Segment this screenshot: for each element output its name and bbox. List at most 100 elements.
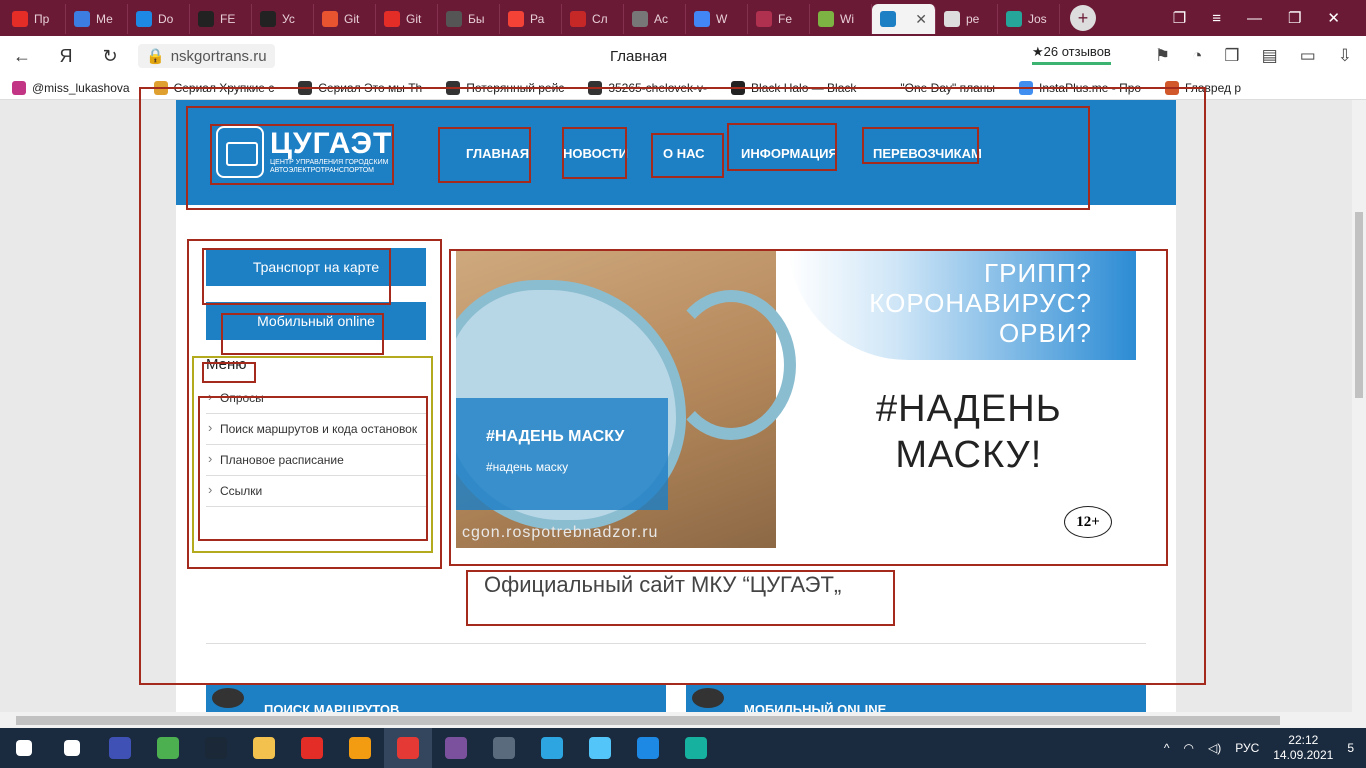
browser-tab[interactable]: Git	[376, 4, 438, 34]
taskbar-git-kraken-icon[interactable]	[672, 728, 720, 768]
bookmark-item[interactable]: Потерянный рейс	[434, 80, 576, 95]
close-window-icon[interactable]: ✕	[1327, 9, 1340, 27]
mobile-online-button[interactable]: Мобильный online	[206, 302, 426, 340]
taskbar-youtube-icon[interactable]	[288, 728, 336, 768]
yandex-icon[interactable]: Я	[44, 46, 88, 67]
taskbar-yandex-browser-icon[interactable]	[384, 728, 432, 768]
browser-tab[interactable]: Fe	[748, 4, 810, 34]
close-tab-icon[interactable]: ✕	[915, 11, 927, 28]
site-logo[interactable]: ЦУГАЭТ ЦЕНТР УПРАВЛЕНИЯ ГОРОДСКИМ АВТОЭЛ…	[216, 126, 392, 178]
bookmark-item[interactable]: "One Day" планы	[868, 80, 1007, 95]
pdf-icon[interactable]: ▤	[1262, 46, 1278, 66]
minimize-icon[interactable]: —	[1247, 10, 1262, 27]
bookmark-item[interactable]: Сериал Хрупкие с	[142, 80, 287, 95]
browser-tab[interactable]: Бы	[438, 4, 500, 34]
route-search-tile[interactable]: ПОИСК МАРШРУТОВ	[206, 684, 666, 712]
tab-label: Do	[158, 12, 174, 26]
taskbar-telegram-icon[interactable]	[528, 728, 576, 768]
browser-tab[interactable]: ре	[936, 4, 998, 34]
bookmark-label: Потерянный рейс	[466, 80, 565, 95]
window-controls: ❐ ≡ — ❐ ✕	[1173, 9, 1366, 28]
menu-item-route-search[interactable]: Поиск маршрутов и кода остановок	[206, 414, 426, 445]
vertical-scroll-thumb[interactable]	[1355, 212, 1363, 398]
taskbar-start-icon[interactable]	[0, 728, 48, 768]
divider	[206, 643, 1146, 644]
browser-tab[interactable]: Ас	[624, 4, 686, 34]
nav-about[interactable]: О НАС	[663, 146, 705, 161]
tab-favicon-icon	[694, 11, 710, 27]
taskbar-viber-icon[interactable]	[432, 728, 480, 768]
network-icon[interactable]: ◠	[1184, 741, 1194, 755]
route-icon	[212, 688, 244, 708]
steam-icon	[205, 737, 227, 759]
tab-label: Wi	[840, 12, 854, 26]
browser-tab[interactable]: Ме	[66, 4, 128, 34]
taskbar-vscode-icon[interactable]	[624, 728, 672, 768]
volume-icon[interactable]: ◁)	[1208, 741, 1221, 755]
reload-icon[interactable]: ↻	[88, 46, 132, 67]
browser-tab[interactable]: Jos	[998, 4, 1060, 34]
transport-map-button[interactable]: Транспорт на карте	[206, 248, 426, 286]
tabs-menu-icon[interactable]: ❐	[1173, 9, 1186, 27]
browser-tab[interactable]: W	[686, 4, 748, 34]
nav-info[interactable]: ИНФОРМАЦИЯ	[741, 146, 838, 161]
taskbar-calculator-icon[interactable]	[480, 728, 528, 768]
menu-item-links[interactable]: Ссылки	[206, 476, 426, 507]
back-icon[interactable]: ←	[0, 46, 44, 67]
downloads-icon[interactable]: ⇩	[1338, 46, 1352, 66]
browser-tab-active[interactable]: ✕	[872, 4, 936, 34]
messages-icon[interactable]: ▭	[1300, 46, 1316, 66]
taskbar-sublime-icon[interactable]	[336, 728, 384, 768]
bookmark-item[interactable]: Black Halo — Black	[719, 80, 868, 95]
horizontal-scroll-thumb[interactable]	[16, 716, 1280, 725]
taskbar-search-icon[interactable]	[48, 728, 96, 768]
browser-tab[interactable]: Пр	[4, 4, 66, 34]
taskbar-save-icon[interactable]	[96, 728, 144, 768]
new-tab-button[interactable]: +	[1070, 5, 1096, 31]
browser-menu-icon[interactable]: ≡	[1212, 10, 1221, 27]
browser-tab[interactable]: FE	[190, 4, 252, 34]
nav-news[interactable]: НОВОСТИ	[563, 146, 628, 161]
tab-label: Ус	[282, 12, 295, 26]
browser-tab[interactable]: Ус	[252, 4, 314, 34]
bookmark-icon[interactable]: ⚑	[1155, 46, 1170, 66]
extension-icon[interactable]: ◔	[1192, 46, 1202, 66]
bookmark-item[interactable]: InstaPlus.me - Про	[1007, 80, 1153, 95]
browser-tab[interactable]: Сл	[562, 4, 624, 34]
language-indicator[interactable]: РУС	[1235, 741, 1259, 755]
browser-tab[interactable]: Git	[314, 4, 376, 34]
maximize-icon[interactable]: ❐	[1288, 9, 1301, 27]
browser-tab[interactable]: Do	[128, 4, 190, 34]
browser-tab[interactable]: Ра	[500, 4, 562, 34]
reviews-badge[interactable]: ★26 отзывов	[1032, 44, 1111, 65]
bookmark-item[interactable]: Главред р	[1153, 80, 1253, 95]
clock-time: 22:12	[1288, 733, 1319, 747]
search-icon	[64, 740, 80, 756]
taskbar-explorer-icon[interactable]	[240, 728, 288, 768]
url-field[interactable]: 🔒 nskgortrans.ru	[138, 44, 275, 68]
collections-icon[interactable]: ❒	[1224, 46, 1239, 66]
bookmark-favicon-icon	[1165, 80, 1180, 95]
taskbar-flutter-icon[interactable]	[576, 728, 624, 768]
menu-item-polls[interactable]: Опросы	[206, 383, 426, 414]
clock[interactable]: 22:12 14.09.2021	[1273, 733, 1333, 763]
banner-caption-box: #НАДЕНЬ МАСКУ #надень маску	[456, 398, 668, 510]
mask-banner[interactable]: #НАДЕНЬ МАСКУ #надень маску cgon.rospotr…	[456, 250, 1136, 548]
bookmark-item[interactable]: 35265-chelovek-v-	[576, 80, 719, 95]
route-search-tile-label: ПОИСК МАРШРУТОВ	[264, 702, 400, 712]
taskbar-chrome-icon[interactable]	[144, 728, 192, 768]
taskbar-steam-icon[interactable]	[192, 728, 240, 768]
mobile-online-tile[interactable]: МОБИЛЬНЫЙ ONLINE	[686, 684, 1146, 712]
nav-home[interactable]: ГЛАВНАЯ	[466, 146, 529, 161]
nav-carriers[interactable]: ПЕРЕВОЗЧИКАМ	[873, 146, 982, 161]
bookmark-item[interactable]: Сериал Это мы Th	[286, 80, 434, 95]
tray-chevron-icon[interactable]: ^	[1164, 741, 1170, 755]
browser-tab[interactable]: Wi	[810, 4, 872, 34]
horizontal-scrollbar[interactable]	[0, 712, 1366, 728]
page-viewport: ЦУГАЭТ ЦЕНТР УПРАВЛЕНИЯ ГОРОДСКИМ АВТОЭЛ…	[0, 100, 1352, 712]
bookmark-item[interactable]: @miss_lukashova	[0, 80, 142, 95]
menu-item-schedule[interactable]: Плановое расписание	[206, 445, 426, 476]
system-tray: ^ ◠ ◁) РУС 22:12 14.09.2021 5	[1164, 733, 1366, 763]
notifications-icon[interactable]: 5	[1347, 741, 1354, 755]
vertical-scrollbar[interactable]	[1352, 100, 1366, 712]
